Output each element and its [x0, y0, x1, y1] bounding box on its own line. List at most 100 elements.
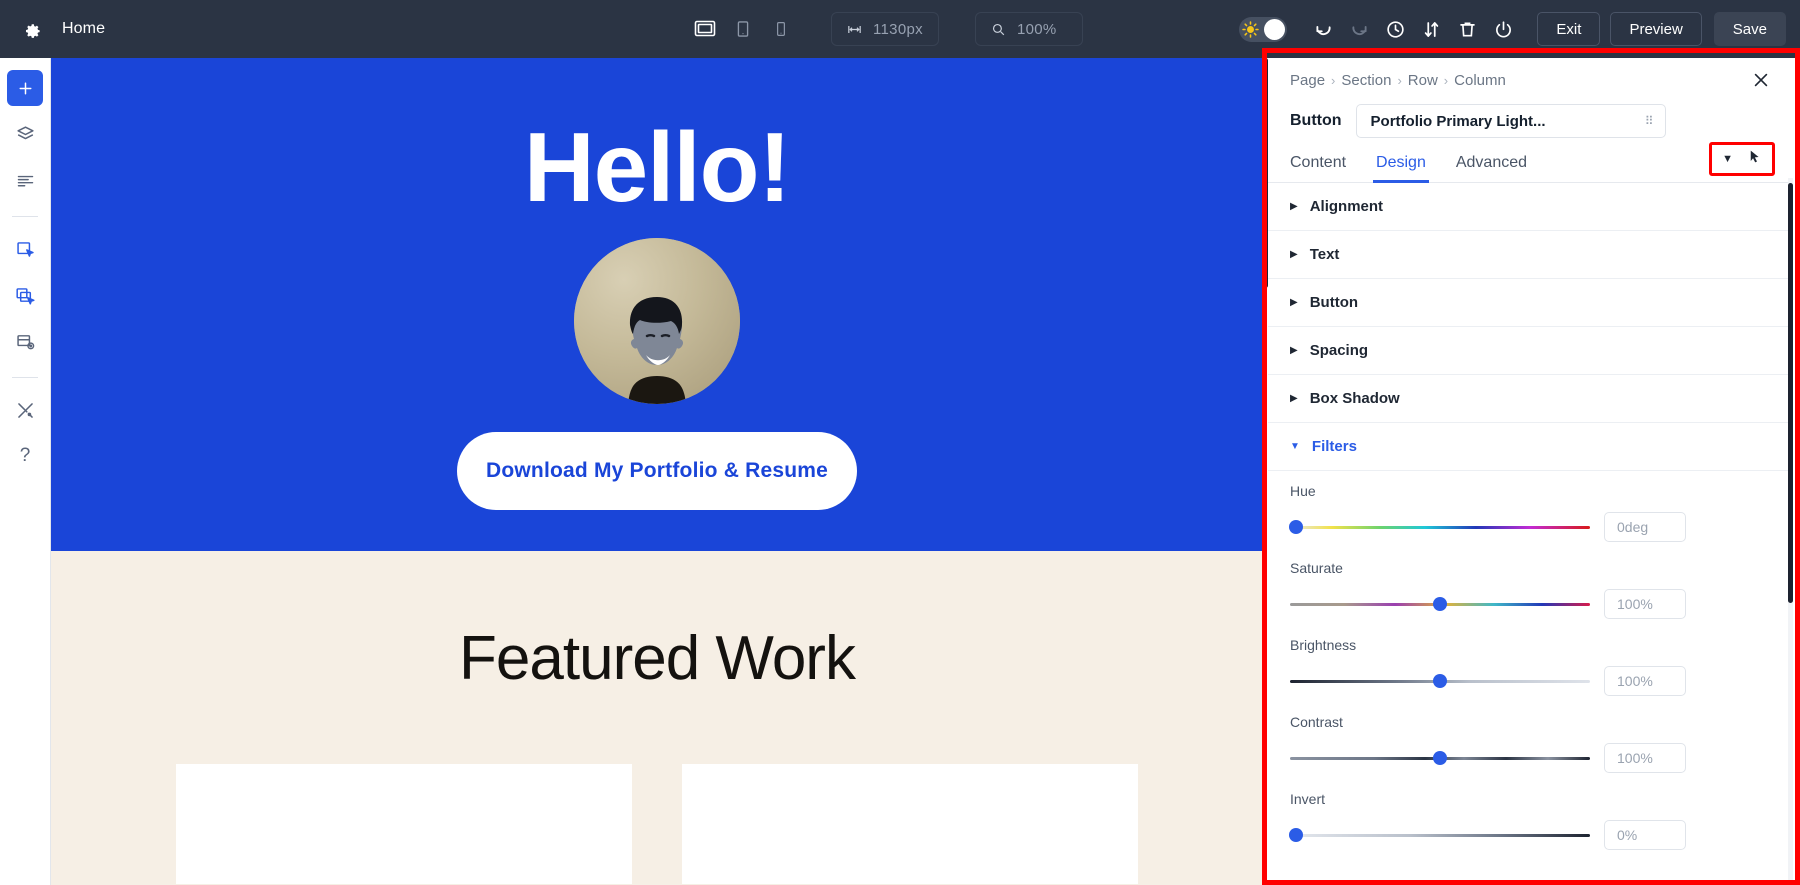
saturate-value-input[interactable]: 100% [1604, 589, 1686, 619]
redo-icon[interactable] [1341, 11, 1377, 47]
tab-design[interactable]: Design [1373, 154, 1429, 183]
design-accordion-list: ▶ Alignment ▶ Text ▶ Button ▶ Spacing ▶ … [1268, 183, 1793, 885]
featured-card[interactable] [176, 764, 632, 884]
save-button[interactable]: Save [1713, 12, 1786, 46]
accordion-box-shadow[interactable]: ▶ Box Shadow [1268, 375, 1793, 423]
tab-advanced[interactable]: Advanced [1456, 154, 1527, 182]
avatar-portrait [628, 297, 686, 404]
settings-panel: Page › Section › Row › Column Button Por… [1263, 58, 1800, 885]
mobile-icon[interactable] [766, 14, 796, 44]
triangle-right-icon: ▶ [1290, 201, 1298, 212]
tab-content[interactable]: Content [1290, 154, 1346, 182]
breadcrumb-separator: › [1331, 72, 1336, 88]
slider-knob[interactable] [1289, 520, 1303, 534]
trash-icon[interactable] [1449, 11, 1485, 47]
accordion-text[interactable]: ▶ Text [1268, 231, 1793, 279]
element-identity-row: Button Portfolio Primary Light... ⠿ [1268, 94, 1793, 142]
saturate-slider[interactable] [1290, 597, 1590, 611]
panel-scrollbar-thumb[interactable] [1788, 183, 1793, 603]
accordion-title: Button [1309, 294, 1359, 311]
left-sidebar: ? [0, 58, 51, 885]
accordion-spacing[interactable]: ▶ Spacing [1268, 327, 1793, 375]
triangle-right-icon: ▶ [1290, 393, 1298, 404]
tab-extra-controls: ▼ [1709, 142, 1775, 176]
filter-label: Brightness [1290, 637, 1357, 653]
grip-dots-icon: ⠿ [1644, 114, 1655, 128]
toolbar-center-group: 1130px 100% [690, 0, 1083, 58]
close-icon[interactable] [1751, 70, 1771, 90]
contrast-value-input[interactable]: 100% [1604, 743, 1686, 773]
accordion-title: Spacing [1309, 342, 1369, 359]
featured-card[interactable] [682, 764, 1138, 884]
element-type-label: Button [1290, 112, 1342, 129]
triangle-right-icon: ▶ [1290, 249, 1298, 260]
preview-button[interactable]: Preview [1610, 12, 1702, 46]
question-mark-icon: ? [19, 445, 31, 466]
filter-saturate: Saturate 100% [1290, 560, 1771, 619]
theme-toggle[interactable] [1239, 16, 1288, 42]
sidebar-item-tools[interactable] [7, 392, 43, 428]
slider-track [1290, 526, 1590, 529]
accordion-title: Alignment [1309, 198, 1384, 215]
page-canvas[interactable]: Hello! Download My Portfolio & Resume Fe… [51, 58, 1263, 885]
panel-header: Page › Section › Row › Column [1268, 58, 1793, 94]
breadcrumb-separator: › [1397, 72, 1402, 88]
filters-body: Hue 0deg Saturate 100% Brightness 100% C… [1268, 471, 1793, 850]
clock-icon[interactable] [1377, 11, 1413, 47]
sidebar-item-structure[interactable] [7, 162, 43, 198]
invert-slider[interactable] [1289, 828, 1590, 842]
featured-cards-row [176, 764, 1138, 884]
slider-knob[interactable] [1289, 828, 1303, 842]
gear-icon[interactable] [16, 14, 46, 44]
slider-knob[interactable] [1433, 597, 1447, 611]
sidebar-item-help[interactable]: ? [7, 438, 43, 474]
sun-icon [1241, 20, 1260, 39]
canvas-width-input[interactable]: 1130px [831, 12, 939, 46]
sidebar-item-copy-element[interactable] [7, 277, 43, 313]
breadcrumb-item-row[interactable]: Row [1408, 72, 1438, 89]
sidebar-item-select-element[interactable] [7, 231, 43, 267]
featured-work-heading: Featured Work [459, 624, 856, 693]
avatar[interactable] [574, 238, 740, 404]
sort-arrows-icon[interactable] [1413, 11, 1449, 47]
breadcrumb-item-section[interactable]: Section [1341, 72, 1391, 89]
panel-tabs: Content Design Advanced ▼ [1268, 142, 1793, 183]
brightness-slider[interactable] [1290, 674, 1590, 688]
hue-slider[interactable] [1289, 520, 1590, 534]
filter-hue: Hue 0deg [1289, 483, 1771, 542]
filter-label: Hue [1290, 483, 1316, 499]
invert-value-input[interactable]: 0% [1604, 820, 1686, 850]
exit-button[interactable]: Exit [1537, 12, 1601, 46]
triangle-right-icon: ▶ [1290, 297, 1298, 308]
accordion-filters[interactable]: ▼ Filters [1268, 423, 1793, 471]
sidebar-item-layers[interactable] [7, 116, 43, 152]
contrast-slider[interactable] [1290, 751, 1590, 765]
brightness-value-input[interactable]: 100% [1604, 666, 1686, 696]
filter-label: Saturate [1290, 560, 1343, 576]
chevron-down-icon[interactable]: ▼ [1722, 153, 1733, 165]
hero-cta-button[interactable]: Download My Portfolio & Resume [457, 432, 857, 510]
hue-value-input[interactable]: 0deg [1604, 512, 1686, 542]
canvas-width-value: 1130px [873, 20, 923, 38]
undo-icon[interactable] [1305, 11, 1341, 47]
featured-work-section[interactable]: Featured Work [51, 551, 1263, 885]
zoom-level-input[interactable]: 100% [975, 12, 1083, 46]
power-icon[interactable] [1485, 11, 1521, 47]
element-name-field[interactable]: Portfolio Primary Light... ⠿ [1355, 104, 1666, 138]
accordion-button[interactable]: ▶ Button [1268, 279, 1793, 327]
sidebar-divider [12, 216, 38, 217]
desktop-icon[interactable] [690, 14, 720, 44]
slider-knob[interactable] [1433, 751, 1447, 765]
toolbar-right-group: Exit Preview Save [1239, 0, 1786, 58]
hero-section[interactable]: Hello! Download My Portfolio & Resume [51, 58, 1263, 551]
sidebar-divider-2 [12, 377, 38, 378]
breadcrumb-item-column[interactable]: Column [1454, 72, 1506, 89]
breadcrumb-item-page[interactable]: Page [1290, 72, 1325, 89]
slider-knob[interactable] [1433, 674, 1447, 688]
sidebar-item-add[interactable] [7, 70, 43, 106]
theme-toggle-knob [1264, 18, 1286, 40]
tablet-icon[interactable] [728, 14, 758, 44]
cursor-arrow-icon[interactable] [1747, 149, 1762, 169]
sidebar-item-media[interactable] [7, 323, 43, 359]
accordion-alignment[interactable]: ▶ Alignment [1268, 183, 1793, 231]
